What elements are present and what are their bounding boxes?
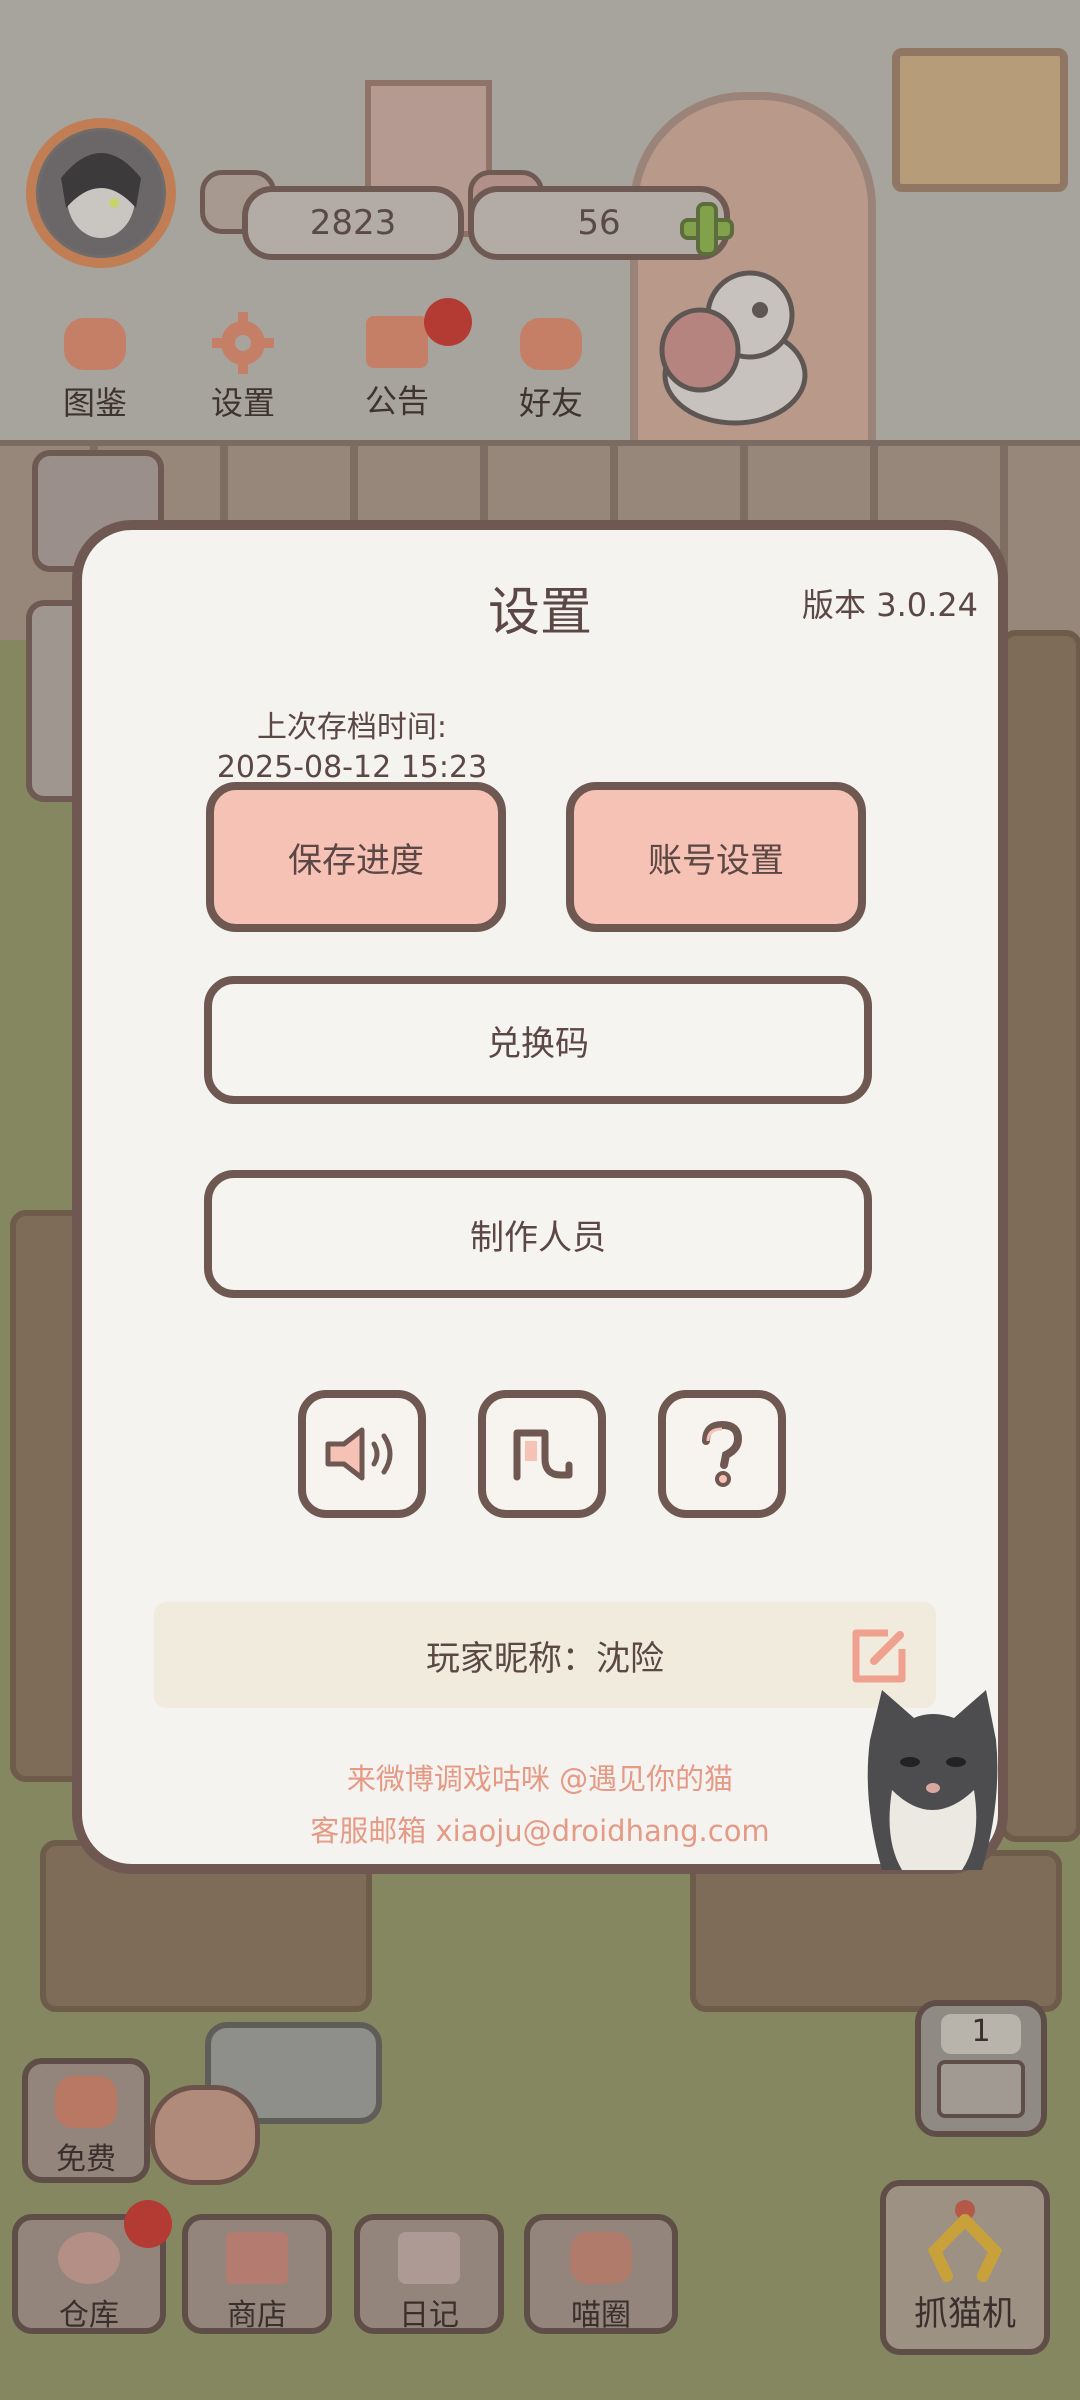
claw-machine-label: 抓猫机 [914,2294,1016,2334]
cat-photo [862,1680,1002,1870]
claw-machine-button[interactable]: 抓猫机 [880,2180,1050,2355]
heart-count: 56 [577,203,621,243]
cat-photo-icon [867,1690,998,1870]
last-save-info: 上次存档时间: 2025-08-12 15:23 [182,708,522,788]
credits-label: 制作人员 [470,1217,606,1258]
menu-announcement-label: 公告 [364,382,429,420]
menu-collection-label: 图鉴 [62,384,127,422]
save-progress-button[interactable]: 保存进度 [206,782,506,932]
sound-toggle-button[interactable] [298,1390,426,1518]
player-avatar[interactable] [26,118,176,268]
pig [150,2085,260,2185]
help-icon [702,1420,743,1487]
fish-count: 2823 [309,203,397,243]
last-save-label: 上次存档时间: [256,710,448,745]
cat-planet-icon [570,2232,632,2284]
warehouse-icon [58,2232,120,2284]
tab-diary-label: 日记 [399,2298,459,2333]
avatar-portrait-icon [39,131,163,255]
shop-icon [226,2232,288,2284]
version-label: 版本 3.0.24 [802,586,978,624]
claw-icon [927,2200,1003,2282]
help-button[interactable] [658,1390,786,1518]
announcement-badge [424,298,472,346]
elevator-widget[interactable]: 1 [915,2000,1047,2137]
menu-settings-label: 设置 [210,384,275,422]
gear-icon [212,312,274,374]
music-toggle-button[interactable] [478,1390,606,1518]
elevator-arrows-icon [937,2060,1025,2118]
settings-panel: 设置 版本 3.0.24 上次存档时间: 2025-08-12 15:23 保存… [72,520,1008,1874]
photo-frame [892,48,1068,192]
garden-plot-bottom-right [690,1850,1062,2012]
tab-cat-circle-label: 喵圈 [571,2298,631,2333]
nickname-label: 玩家昵称：沈险 [426,1638,664,1679]
redeem-code-label: 兑换码 [487,1023,589,1064]
add-hearts-button[interactable] [680,202,734,256]
save-progress-label: 保存进度 [288,840,424,881]
menu-friends-label: 好友 [518,384,583,422]
music-icon [513,1429,573,1481]
nickname-bar: 玩家昵称：沈险 [154,1602,936,1708]
edit-icon [852,1629,906,1683]
redeem-code-button[interactable]: 兑换码 [204,976,872,1104]
gift-icon [366,316,428,368]
account-settings-label: 账号设置 [648,840,784,881]
tab-shop[interactable]: 商店 [182,2214,332,2334]
free-hearts-button[interactable]: 免费 [22,2058,150,2183]
heart-icon [55,2076,117,2128]
credits-button[interactable]: 制作人员 [204,1170,872,1298]
tab-diary[interactable]: 日记 [354,2214,504,2334]
edit-nickname-button[interactable] [848,1625,910,1687]
menu-friends[interactable]: 好友 [496,318,606,428]
cat-sprite-icon [659,270,808,426]
support-email[interactable]: 客服邮箱 xiaoju@droidhang.com [82,1808,998,1850]
warehouse-badge [124,2200,172,2248]
tab-cat-circle[interactable]: 喵圈 [524,2214,678,2334]
sound-icon [325,1427,393,1481]
cat-character[interactable] [640,255,820,435]
menu-settings[interactable]: 设置 [188,310,298,422]
friends-icon [520,318,582,370]
tab-warehouse-label: 仓库 [59,2298,119,2333]
tab-shop-label: 商店 [227,2298,287,2333]
free-label: 免费 [56,2142,116,2177]
menu-collection[interactable]: 图鉴 [40,318,150,428]
diary-icon [398,2232,460,2284]
account-settings-button[interactable]: 账号设置 [566,782,866,932]
weibo-link[interactable]: 来微博调戏咕咪 @遇见你的猫 [82,1756,998,1798]
fish-counter: 2823 [242,186,464,260]
cat-face-icon [64,318,126,370]
garden-plot-right [1000,630,1080,1842]
elevator-counter: 1 [941,2014,1021,2054]
